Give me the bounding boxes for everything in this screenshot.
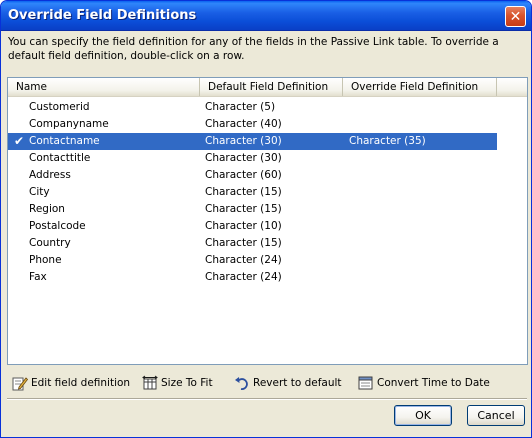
size-to-fit-button[interactable]: Size To Fit [142,373,213,393]
default-definition-cell: Character (5) [205,101,276,113]
field-name-cell: Country [29,237,71,249]
default-definition-cell: Character (24) [205,254,282,266]
dialog-window: Override Field Definitions ✕ You can spe… [0,0,532,438]
field-name-cell: Fax [29,271,47,283]
default-definition-cell: Character (60) [205,169,282,181]
list-header: Name Default Field Definition Override F… [8,78,527,97]
revert-to-default-button[interactable]: Revert to default [234,373,342,393]
field-name-cell: Customerid [29,101,90,113]
size-to-fit-icon [142,375,158,390]
checkmark-icon: ✔ [14,134,25,148]
field-name-cell: City [29,186,50,198]
close-button[interactable]: ✕ [505,6,526,27]
field-name-cell: Region [29,203,65,215]
table-row[interactable]: Address Character (60) [8,167,497,184]
default-definition-cell: Character (15) [205,237,282,249]
action-bar: Edit field definition Size To Fit Revert… [1,373,531,395]
cancel-button[interactable]: Cancel [467,405,525,426]
table-row[interactable]: City Character (15) [8,184,497,201]
table-row[interactable]: Contacttitle Character (30) [8,150,497,167]
field-name-cell: Contacttitle [29,152,91,164]
description-text: You can specify the field definition for… [8,36,499,62]
table-row[interactable]: Fax Character (24) [8,269,497,286]
default-definition-cell: Character (15) [205,203,282,215]
column-header-override[interactable]: Override Field Definition [343,78,497,96]
edit-field-definition-label: Edit field definition [31,377,131,389]
convert-time-to-date-label: Convert Time to Date [377,377,490,389]
field-name-cell: Phone [29,254,62,266]
table-row[interactable]: Phone Character (24) [8,252,497,269]
override-definition-cell: Character (35) [349,135,426,147]
window-title: Override Field Definitions [8,8,197,23]
convert-time-to-date-button[interactable]: Convert Time to Date [358,373,490,393]
default-definition-cell: Character (40) [205,118,282,130]
convert-time-icon [358,376,373,390]
table-row[interactable]: ✔ Contactname Character (30) Character (35) [8,133,497,150]
close-icon: ✕ [509,8,522,25]
default-definition-cell: Character (30) [205,152,282,164]
column-header-default[interactable]: Default Field Definition [200,78,343,96]
table-row[interactable]: Country Character (15) [8,235,497,252]
table-row[interactable]: Postalcode Character (10) [8,218,497,235]
default-definition-cell: Character (10) [205,220,282,232]
field-name-cell: Address [29,169,71,181]
size-to-fit-label: Size To Fit [161,377,213,389]
field-list[interactable]: Name Default Field Definition Override F… [7,77,528,365]
divider [7,398,527,400]
ok-button[interactable]: OK [394,405,452,426]
revert-icon [235,377,248,390]
field-name-cell: Postalcode [29,220,86,232]
edit-field-definition-button[interactable]: Edit field definition [12,373,130,393]
column-header-name[interactable]: Name [8,78,200,96]
title-bar[interactable]: Override Field Definitions ✕ [1,1,531,31]
revert-to-default-label: Revert to default [253,377,342,389]
field-name-cell: Contactname [29,135,100,147]
default-definition-cell: Character (30) [205,135,282,147]
edit-icon [12,377,28,391]
table-row[interactable]: Customerid Character (5) [8,99,497,116]
column-header-filler [497,78,527,96]
default-definition-cell: Character (24) [205,271,282,283]
table-row[interactable]: Companyname Character (40) [8,116,497,133]
field-name-cell: Companyname [29,118,109,130]
default-definition-cell: Character (15) [205,186,282,198]
table-row[interactable]: Region Character (15) [8,201,497,218]
